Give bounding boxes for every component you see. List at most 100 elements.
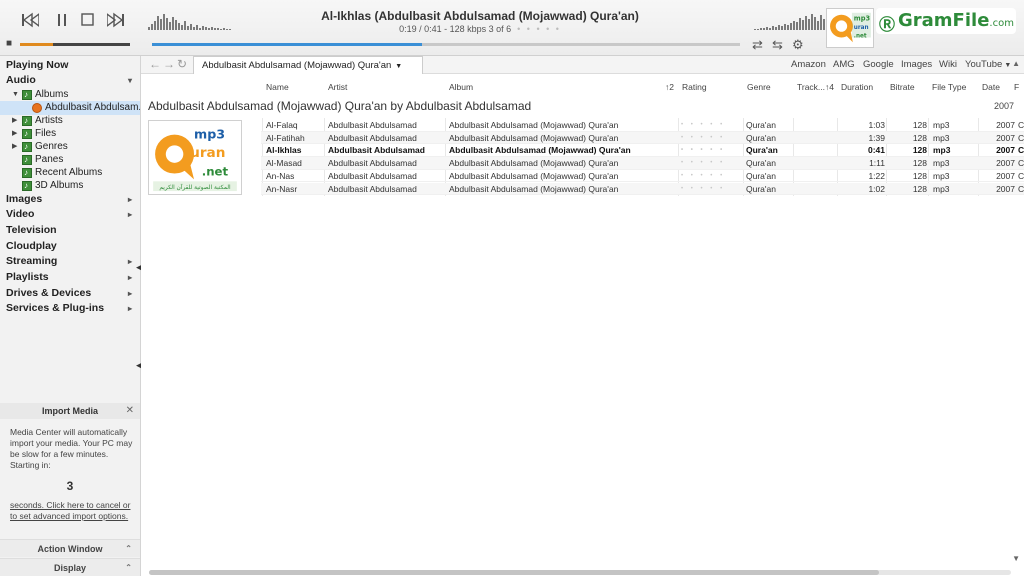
tree-item-files[interactable]: ▶ Files (0, 127, 140, 141)
speaker-icon[interactable]: ■ (6, 38, 12, 49)
col-album[interactable]: Album (449, 82, 473, 92)
tree-item-selected-album[interactable]: Abdulbasit Abdulsam... (0, 101, 140, 115)
tree-label: Playlists (6, 271, 49, 283)
forward-icon[interactable]: → (163, 57, 175, 71)
tree-item-playlists[interactable]: Playlists ▸ (0, 270, 140, 285)
media-center-window: ■ Al-Ikhlas (Abdulbasit Abdulsamad (Moja… (0, 0, 1024, 576)
tree-item-drives-devices[interactable]: Drives & Devices ▸ (0, 286, 140, 301)
cell-rating[interactable]: • • • • • (681, 132, 741, 145)
back-icon[interactable]: ← (149, 57, 161, 71)
tree-item-streaming[interactable]: Streaming ▸ (0, 254, 140, 269)
tree-item-albums[interactable]: ▼ Albums (0, 88, 140, 102)
link-youtube[interactable]: YouTube ▼ (965, 59, 1011, 70)
col-artist[interactable]: Artist (328, 82, 347, 92)
volume-slider[interactable] (20, 43, 130, 46)
link-wiki[interactable]: Wiki (939, 59, 957, 70)
table-row-playing[interactable]: Al-Ikhlas Abdulbasit Abdulsamad Abdulbasit… (261, 144, 1024, 157)
link-google[interactable]: Google (863, 59, 894, 70)
expand-icon[interactable]: ▶ (12, 140, 17, 154)
import-cancel-link[interactable]: seconds. Click here to cancel or to set … (10, 500, 134, 522)
chevron-right-icon[interactable]: ▸ (128, 192, 132, 207)
chevron-right-icon[interactable]: ▸ (128, 286, 132, 301)
position-dots: • • • • • (517, 24, 561, 34)
now-playing-artwork[interactable]: mp3 uran .net (826, 8, 874, 48)
cell-rating[interactable]: • • • • • (681, 157, 741, 170)
visualizer-bar (178, 23, 180, 30)
cell-rating[interactable]: • • • • • (681, 170, 741, 183)
table-row[interactable]: Al-Fatihah Abdulbasit Abdulsamad Abdulbasi… (261, 131, 1024, 145)
tree-item-3d-albums[interactable]: 3D Albums (0, 179, 140, 193)
expand-icon[interactable]: ▶ (12, 127, 17, 141)
link-amazon[interactable]: Amazon (791, 59, 826, 70)
cell-artist: Abdulbasit Abdulsamad (328, 145, 425, 156)
cell-duration: 1:11 (869, 158, 885, 169)
chevron-right-icon[interactable]: ▸ (128, 207, 132, 222)
tree-item-audio[interactable]: Audio ▾ (0, 73, 140, 88)
scroll-down-icon[interactable]: ▼ (1012, 554, 1020, 563)
cell-rating[interactable]: • • • • • (681, 183, 741, 196)
chevron-down-icon[interactable]: ▼ (1004, 62, 1011, 69)
horizontal-scrollbar[interactable] (149, 570, 1011, 575)
stop-icon[interactable] (78, 12, 98, 30)
col-rating[interactable]: Rating (682, 82, 707, 92)
view-tab[interactable]: Abdulbasit Abdulsamad (Mojawwad) Qura'an… (193, 56, 423, 74)
chevron-right-icon[interactable]: ▸ (128, 301, 132, 316)
tree-item-playing-now[interactable]: Playing Now (0, 58, 140, 73)
display-section[interactable]: Display ⌃ (0, 558, 140, 576)
link-images[interactable]: Images (901, 59, 932, 70)
tree-item-recent-albums[interactable]: Recent Albums (0, 166, 140, 180)
tree-item-artists[interactable]: ▶ Artists (0, 114, 140, 128)
link-amg[interactable]: AMG (833, 59, 855, 70)
tree-item-television[interactable]: Television (0, 223, 140, 238)
cell-rating[interactable]: • • • • • (681, 144, 741, 157)
chevron-down-icon[interactable]: ▼ (395, 63, 402, 70)
cell-rating[interactable]: • • • • • (681, 119, 741, 132)
close-icon[interactable]: ✕ (126, 403, 134, 419)
table-row[interactable]: An-Nasr Abdulbasit Abdulsamad Abdulbasit A… (261, 182, 1024, 196)
col-bitrate[interactable]: Bitrate (890, 82, 915, 92)
cover-arabic-caption: المكتبة الصوتية للقرآن الكريم (159, 183, 231, 191)
visualizer-bar (754, 29, 756, 30)
shuffle-icon[interactable]: ⇆ (772, 38, 783, 52)
chevron-up-icon[interactable]: ⌃ (125, 559, 132, 576)
cell-genre: Qura'an (746, 183, 776, 194)
tree-item-genres[interactable]: ▶ Genres (0, 140, 140, 154)
cover-text-net: .net (202, 165, 229, 179)
tree-item-video[interactable]: Video ▸ (0, 207, 140, 222)
repeat-icon[interactable]: ⇄ (752, 38, 763, 52)
visualizer-bar (211, 27, 213, 30)
visualizer-bar (814, 17, 816, 30)
tree-item-cloudplay[interactable]: Cloudplay (0, 239, 140, 254)
col-duration[interactable]: Duration (841, 82, 873, 92)
scroll-up-icon[interactable]: ▲ (1012, 59, 1020, 68)
seek-bar[interactable] (152, 43, 740, 46)
skip-previous-icon[interactable] (20, 12, 40, 30)
album-cover-art[interactable]: mp3 uran .net المكتبة الصوتية للقرآن الك… (148, 120, 242, 195)
chevron-down-icon[interactable]: ▾ (128, 73, 132, 88)
action-window-section[interactable]: Action Window ⌃ (0, 539, 140, 557)
col-extra[interactable]: F (1014, 82, 1019, 92)
skip-next-icon[interactable] (106, 12, 126, 30)
expand-icon[interactable]: ▶ (12, 114, 17, 128)
gear-icon[interactable]: ⚙ (792, 38, 804, 52)
pause-icon[interactable] (52, 12, 72, 30)
tree-item-services-plugins[interactable]: Services & Plug-ins ▸ (0, 301, 140, 316)
collapse-icon[interactable]: ▼ (12, 88, 19, 102)
col-name[interactable]: Name (266, 82, 289, 92)
col-track[interactable]: Track... (797, 82, 825, 92)
col-genre[interactable]: Genre (747, 82, 771, 92)
refresh-icon[interactable]: ↻ (177, 57, 187, 71)
scrollbar-thumb[interactable] (149, 570, 879, 575)
tree-item-panes[interactable]: Panes (0, 153, 140, 167)
chevron-right-icon[interactable]: ▸ (128, 254, 132, 269)
col-date[interactable]: Date (982, 82, 1000, 92)
table-row[interactable]: An-Nas Abdulbasit Abdulsamad Abdulbasit Ab… (261, 170, 1024, 183)
table-row[interactable]: Al-Falaq Abdulbasit Abdulsamad Abdulbasit … (261, 119, 1024, 132)
cell-name: Al-Ikhlas (266, 145, 302, 156)
col-file-type[interactable]: File Type (932, 82, 966, 92)
chevron-right-icon[interactable]: ▸ (128, 270, 132, 285)
table-row[interactable]: Al-Masad Abdulbasit Abdulsamad Abdulbasit … (261, 157, 1024, 170)
tree-item-images[interactable]: Images ▸ (0, 192, 140, 207)
visualizer-bar (151, 24, 153, 30)
chevron-up-icon[interactable]: ⌃ (125, 540, 132, 558)
